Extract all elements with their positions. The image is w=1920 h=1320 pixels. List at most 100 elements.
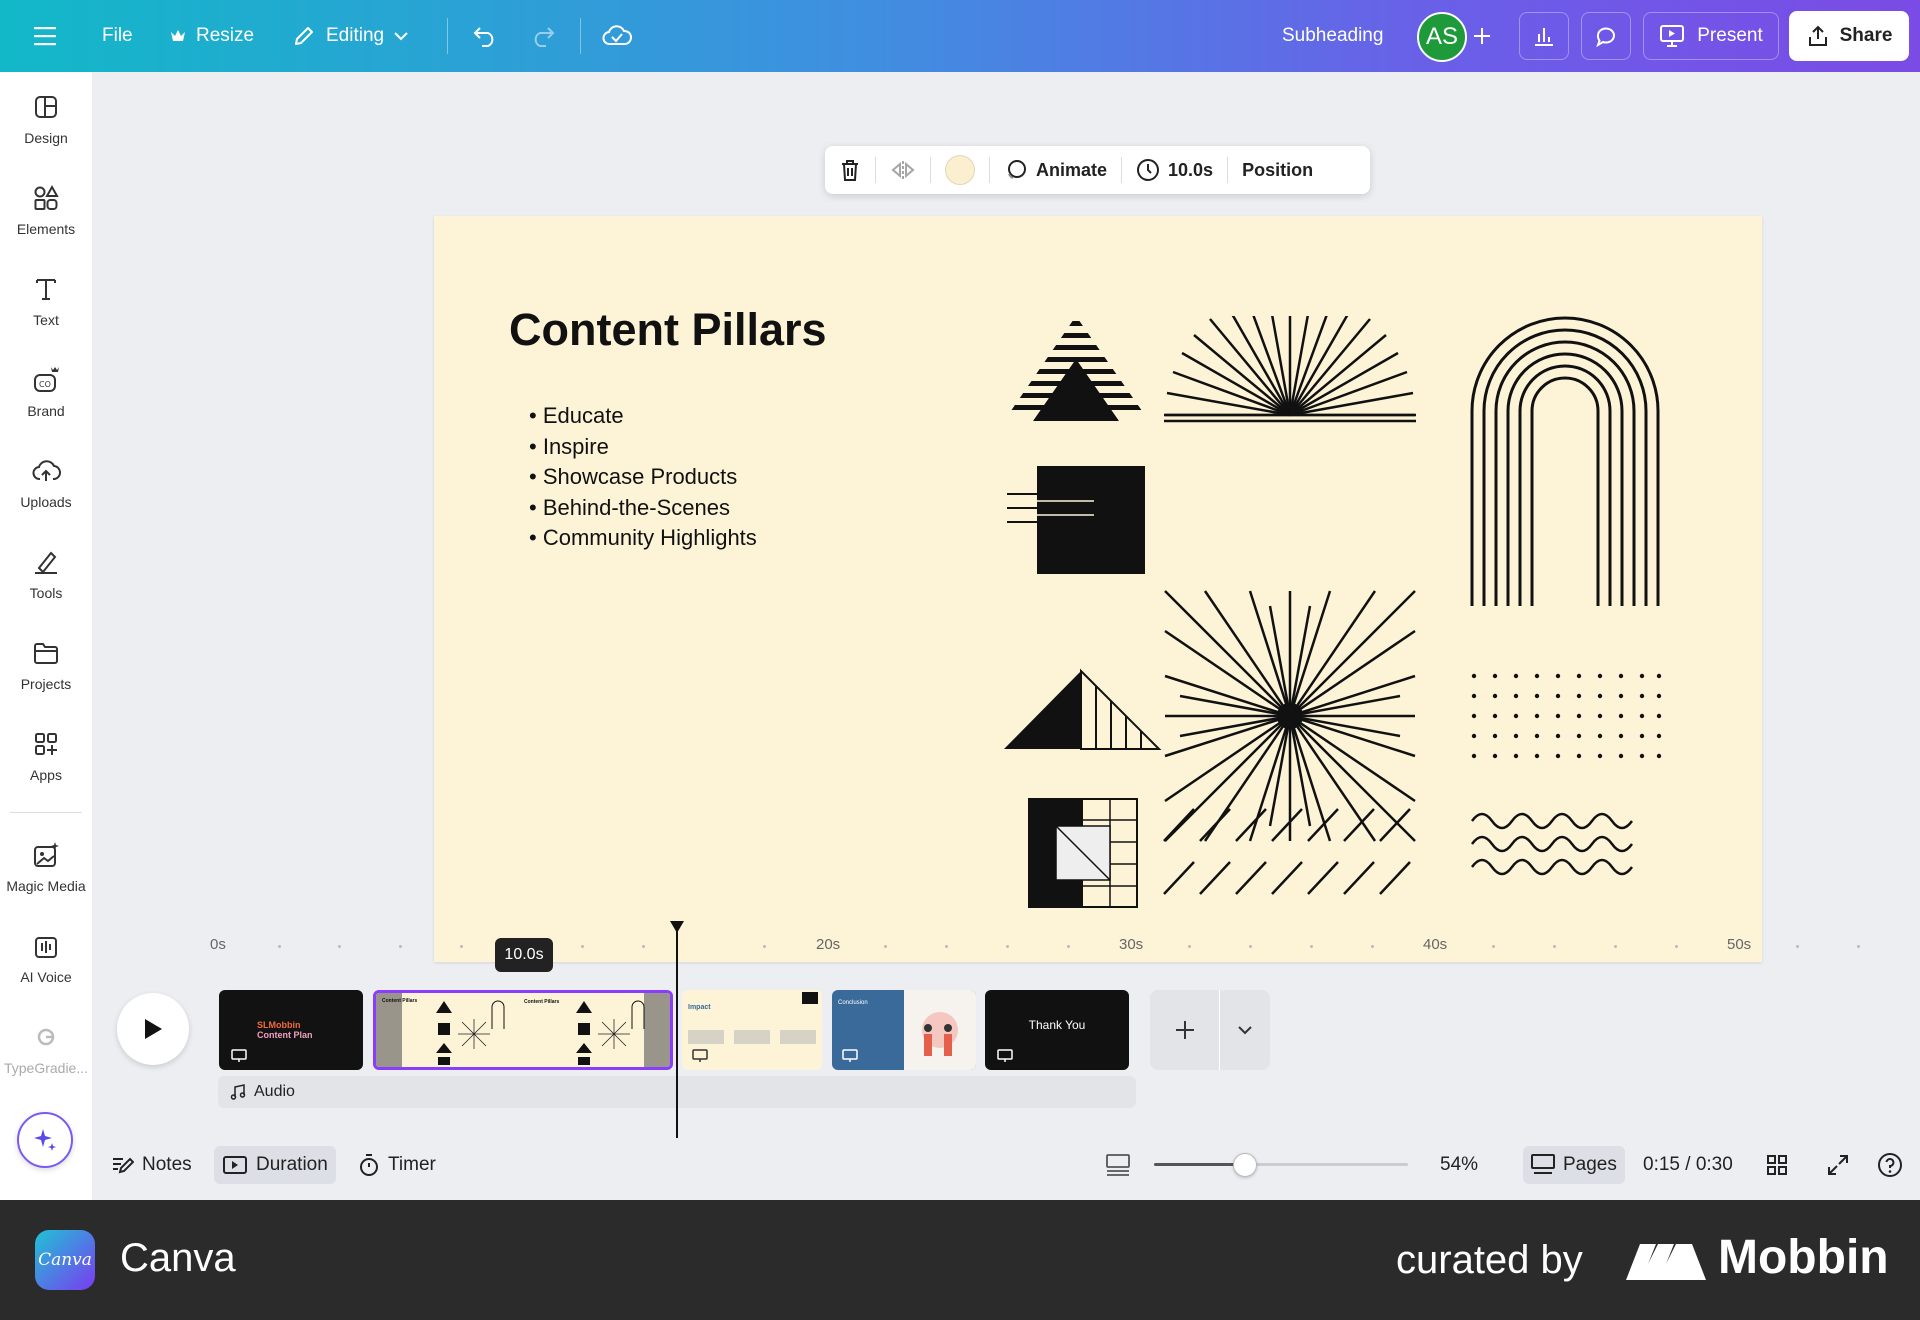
zoom-percentage[interactable]: 54% bbox=[1432, 1146, 1486, 1184]
divider bbox=[447, 18, 448, 54]
sidebar-item-typegradient[interactable]: TypeGradie... bbox=[0, 1022, 92, 1108]
time-label: 0:15 / 0:30 bbox=[1643, 1154, 1733, 1175]
sidebar-item-projects[interactable]: Projects bbox=[0, 638, 92, 724]
attribution-footer: Canva Canva curated by Mobbin bbox=[0, 1200, 1920, 1320]
comments-button[interactable] bbox=[1581, 12, 1631, 60]
clock-icon bbox=[1137, 159, 1160, 181]
cloud-check-icon bbox=[602, 25, 632, 45]
trim-handle-right[interactable] bbox=[644, 993, 670, 1067]
grid-view-button[interactable] bbox=[1758, 1146, 1796, 1184]
projects-icon bbox=[34, 643, 58, 664]
present-icon bbox=[1660, 25, 1685, 47]
zoom-slider-handle[interactable] bbox=[1233, 1153, 1257, 1177]
animate-button[interactable]: Animate bbox=[990, 146, 1121, 194]
present-icon bbox=[692, 1049, 708, 1062]
playhead[interactable] bbox=[670, 921, 684, 1138]
sidebar-item-ai-voice[interactable]: AI Voice bbox=[0, 931, 92, 1017]
dot-grid-shape bbox=[1471, 673, 1662, 759]
avatar[interactable]: AS bbox=[1417, 12, 1467, 62]
undo-icon bbox=[473, 27, 494, 47]
slide-canvas[interactable]: Content Pillars Educate Inspire Showcase… bbox=[434, 216, 1762, 962]
page-thumbnail-2[interactable]: Content Pillars Content Pillars bbox=[373, 990, 673, 1070]
ruler-tick bbox=[1675, 945, 1678, 948]
sidebar-item-text[interactable]: Text bbox=[0, 274, 92, 360]
striped-triangle-shape bbox=[1004, 321, 1149, 421]
sidebar-item-design[interactable]: Design bbox=[0, 92, 92, 178]
zoom-slider[interactable] bbox=[1154, 1153, 1408, 1177]
list-item: Showcase Products bbox=[529, 462, 757, 493]
zoom-slider-fill bbox=[1154, 1163, 1245, 1166]
delete-button[interactable] bbox=[825, 146, 875, 194]
redo-button[interactable] bbox=[530, 0, 556, 72]
magic-assistant-button[interactable] bbox=[17, 1112, 73, 1168]
mobbin-logo-icon bbox=[1626, 1244, 1706, 1280]
sidebar-item-tools[interactable]: Tools bbox=[0, 547, 92, 633]
background-color-button[interactable] bbox=[931, 146, 989, 194]
ruler-tick bbox=[884, 945, 887, 948]
plus-icon bbox=[1474, 28, 1490, 44]
menu-button[interactable] bbox=[34, 0, 58, 72]
page-thumbnail-5[interactable]: Thank You bbox=[985, 990, 1129, 1070]
timing-button[interactable]: 10.0s bbox=[1122, 146, 1227, 194]
undo-button[interactable] bbox=[472, 0, 498, 72]
dotted-triangle-shape bbox=[1004, 668, 1162, 750]
ai-voice-icon bbox=[35, 937, 57, 958]
sidebar-item-apps[interactable]: Apps bbox=[0, 729, 92, 815]
sidebar-item-magic-media[interactable]: Magic Media bbox=[0, 840, 92, 926]
elements-icon bbox=[34, 184, 59, 210]
playback-time: 0:15 / 0:30 bbox=[1635, 1146, 1741, 1184]
expand-icon bbox=[1828, 1155, 1848, 1175]
color-swatch bbox=[945, 155, 975, 185]
share-button[interactable]: Share bbox=[1789, 11, 1909, 61]
timer-button[interactable]: Timer bbox=[350, 1146, 444, 1184]
insights-button[interactable] bbox=[1519, 12, 1569, 60]
add-page-options-button[interactable] bbox=[1220, 990, 1270, 1070]
duration-tooltip: 10.0s bbox=[495, 938, 553, 972]
page-thumbnail-3[interactable]: Impact bbox=[682, 990, 822, 1070]
fullscreen-button[interactable] bbox=[1819, 1146, 1857, 1184]
sidebar-item-label: Uploads bbox=[20, 494, 72, 510]
ruler-label: 30s bbox=[1119, 936, 1144, 953]
duration-button[interactable]: Duration bbox=[214, 1146, 336, 1184]
grid-block-shape bbox=[1028, 798, 1138, 908]
layout-toggle-button[interactable] bbox=[1098, 1146, 1138, 1184]
slide-title[interactable]: Content Pillars bbox=[509, 304, 827, 356]
help-icon bbox=[1878, 1153, 1902, 1177]
add-page-button[interactable] bbox=[1150, 990, 1220, 1070]
position-button[interactable]: Position bbox=[1228, 146, 1327, 194]
bullet-list[interactable]: Educate Inspire Showcase Products Behind… bbox=[529, 401, 757, 554]
flip-button[interactable] bbox=[876, 146, 930, 194]
help-button[interactable] bbox=[1869, 1146, 1911, 1184]
trim-handle-left[interactable] bbox=[376, 993, 402, 1067]
ruler-tick bbox=[642, 945, 645, 948]
file-menu[interactable]: File bbox=[102, 0, 133, 72]
mobbin-brand: Mobbin bbox=[1718, 1231, 1889, 1284]
thumbnail-text-lines bbox=[688, 1030, 816, 1044]
sidebar-item-elements[interactable]: Elements bbox=[0, 183, 92, 269]
editing-mode-dropdown[interactable]: Editing bbox=[292, 0, 408, 72]
sidebar-item-label: TypeGradie... bbox=[3, 1060, 89, 1076]
page-thumbnail-4[interactable]: Conclusion bbox=[832, 990, 976, 1070]
present-button[interactable]: Present bbox=[1643, 12, 1779, 60]
present-icon bbox=[997, 1049, 1013, 1062]
ruler-tick bbox=[763, 945, 766, 948]
page-thumbnail-1[interactable]: SLMobbin Content Plan bbox=[219, 990, 363, 1070]
notes-button[interactable]: Notes bbox=[102, 1146, 200, 1184]
play-button[interactable] bbox=[117, 993, 189, 1065]
pages-button[interactable]: Pages bbox=[1523, 1146, 1625, 1184]
resize-button[interactable]: Resize bbox=[170, 0, 254, 72]
sidebar-item-label: Tools bbox=[29, 585, 63, 601]
sunburst-shape bbox=[1164, 590, 1416, 842]
save-status-button[interactable] bbox=[602, 0, 632, 72]
sidebar-item-brand[interactable]: CO Brand bbox=[0, 365, 92, 451]
subheading-label: Subheading bbox=[1282, 0, 1383, 72]
geometric-shapes-graphic[interactable] bbox=[1004, 316, 1704, 916]
thumbnail-title: SLMobbin bbox=[257, 1020, 301, 1030]
design-icon bbox=[35, 96, 57, 118]
ruler-tick bbox=[1310, 945, 1313, 948]
sidebar-item-uploads[interactable]: Uploads bbox=[0, 456, 92, 542]
add-collaborator-button[interactable] bbox=[1472, 0, 1492, 72]
thumbnail-title: Conclusion bbox=[838, 1000, 868, 1006]
ruler-tick bbox=[1857, 945, 1860, 948]
ruler-label: 20s bbox=[816, 936, 841, 953]
